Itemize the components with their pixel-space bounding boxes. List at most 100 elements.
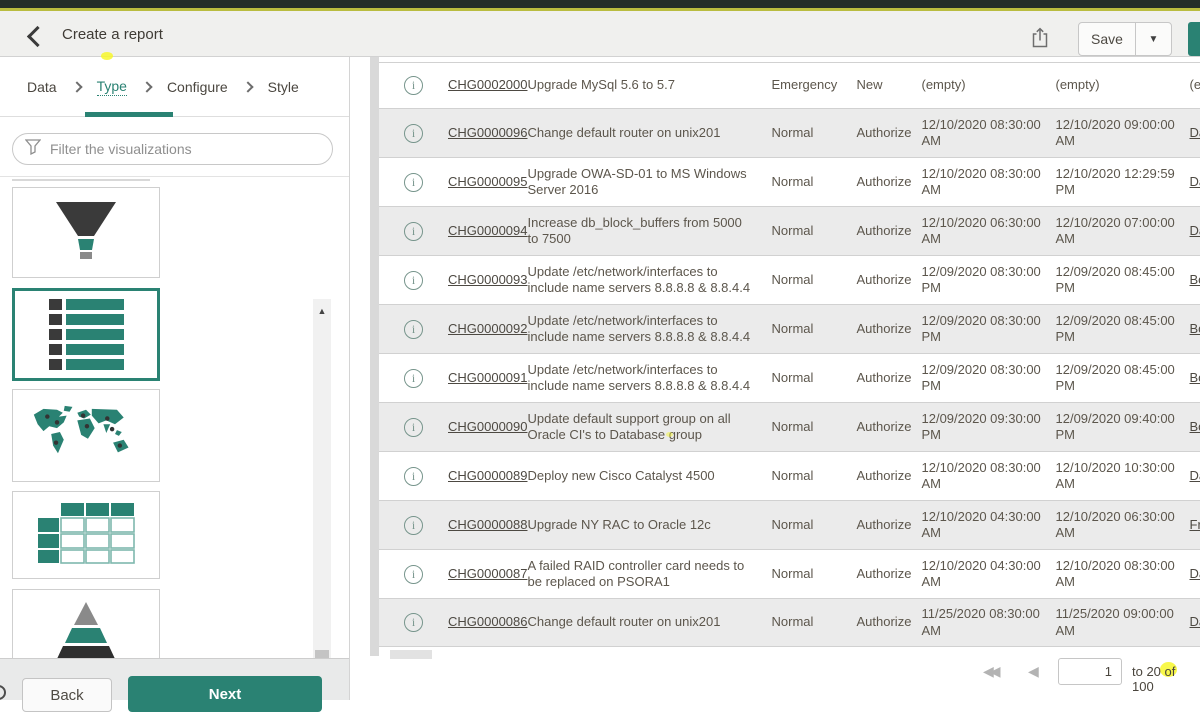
change-number-link[interactable]: CHG0000096	[448, 125, 528, 141]
wizard-footer: Back Next	[0, 658, 349, 700]
breadcrumb-step-configure[interactable]: Configure	[167, 79, 228, 95]
assigned-to-link[interactable]: Bow	[1190, 419, 1200, 435]
breadcrumb-step-style[interactable]: Style	[268, 79, 299, 95]
table-row: i CHG0000086Change default router on unix…	[379, 598, 1200, 647]
change-number-link[interactable]: CHG0000086	[448, 614, 528, 630]
end-date-cell: 12/10/2020 12:29:59PM	[1056, 158, 1190, 206]
state-cell: Authorize	[857, 256, 922, 304]
help-icon-partial	[0, 685, 6, 700]
assigned-to-link[interactable]: Dav	[1190, 223, 1200, 239]
assigned-to-link[interactable]: Bow	[1190, 272, 1200, 288]
scroll-up-icon[interactable]: ▲	[313, 303, 331, 319]
first-page-button[interactable]: ◀◀	[983, 663, 997, 680]
next-button[interactable]: Next	[128, 676, 322, 712]
info-icon[interactable]: i	[404, 516, 423, 535]
info-icon[interactable]: i	[404, 320, 423, 339]
info-icon[interactable]: i	[404, 76, 423, 95]
list-chart-icon	[49, 299, 124, 370]
funnel-chart-icon	[50, 200, 122, 265]
change-number-link[interactable]: CHG0000095	[448, 174, 528, 190]
viz-thumbnail-list[interactable]	[12, 288, 160, 381]
pyramid-chart-icon	[40, 598, 132, 658]
back-button[interactable]: Back	[22, 678, 112, 712]
change-number-link[interactable]: CHG0000092	[448, 321, 528, 337]
change-number-link[interactable]: CHG0000087	[448, 566, 528, 582]
change-number-link[interactable]: CHG0000088	[448, 517, 528, 533]
breadcrumb: Data Type Configure Style	[0, 57, 349, 117]
active-step-underline	[85, 112, 173, 117]
change-number-link[interactable]: CHG0000090	[448, 419, 528, 435]
chevron-down-icon: ▼	[1149, 34, 1159, 45]
viz-thumbnail-funnel[interactable]	[12, 187, 160, 278]
table-row: iCHG0000088Upgrade NY RAC to Oracle 12cN…	[379, 500, 1200, 549]
assigned-to-link[interactable]: Dav	[1190, 468, 1200, 484]
change-request-table: iCHG0002000Upgrade MySql 5.6 to 5.7Emerg…	[379, 62, 1200, 647]
chevron-right-icon	[71, 81, 82, 92]
filter-input[interactable]	[50, 141, 332, 157]
end-date-cell: 12/09/2020 09:40:00PM	[1056, 403, 1190, 451]
info-icon[interactable]: i	[404, 173, 423, 192]
start-date-cell: 12/10/2020 04:30:00AM	[922, 550, 1056, 598]
start-date-cell: 12/10/2020 08:30:00AM	[922, 452, 1056, 500]
assigned-to-link[interactable]: Fre	[1190, 517, 1200, 533]
info-icon[interactable]: i	[404, 124, 423, 143]
table-row: iCHG0000089Deploy new Cisco Catalyst 450…	[379, 451, 1200, 500]
start-date-cell: 12/10/2020 04:30:00AM	[922, 501, 1056, 549]
info-icon[interactable]: i	[404, 418, 423, 437]
save-button[interactable]: Save	[1078, 22, 1136, 56]
short-description: Update /etc/network/interfaces to includ…	[528, 305, 772, 353]
viz-scrollbar-thumb[interactable]	[315, 650, 329, 658]
assigned-to-link[interactable]: Dav	[1190, 614, 1200, 630]
page-number-input[interactable]	[1058, 658, 1122, 685]
table-row: iCHG0000094Increase db_block_buffers fro…	[379, 206, 1200, 255]
click-highlight	[101, 52, 113, 60]
viz-scrollbar[interactable]: ▲ ▼	[313, 299, 331, 658]
info-icon[interactable]: i	[404, 565, 423, 584]
priority-cell: Emergency	[772, 63, 857, 108]
row-range-label: to 20 of 100	[1132, 664, 1200, 694]
save-dropdown-button[interactable]: ▼	[1135, 22, 1172, 56]
breadcrumb-step-type[interactable]: Type	[97, 78, 127, 96]
state-cell: Authorize	[857, 403, 922, 451]
info-icon[interactable]: i	[404, 271, 423, 290]
assigned-to-link[interactable]: Dav	[1190, 174, 1200, 190]
change-number-link[interactable]: CHG0000089	[448, 468, 528, 484]
assigned-to-link[interactable]: Dav	[1190, 566, 1200, 582]
change-number-link[interactable]: CHG0000091	[448, 370, 528, 386]
state-cell: Authorize	[857, 207, 922, 255]
back-arrow-icon[interactable]	[24, 25, 46, 47]
assigned-to-link[interactable]: Bow	[1190, 370, 1200, 386]
table-vertical-scrollbar[interactable]	[370, 57, 379, 656]
change-number-link[interactable]: CHG0002000	[448, 77, 528, 93]
assigned-to-link[interactable]: Bow	[1190, 321, 1200, 337]
priority-cell: Normal	[772, 256, 857, 304]
end-date-cell: 11/25/2020 09:00:00AM	[1056, 599, 1190, 646]
start-date-cell: 11/25/2020 08:30:00AM	[922, 599, 1056, 646]
end-date-cell: 12/10/2020 08:30:00AM	[1056, 550, 1190, 598]
filter-funnel-icon	[25, 138, 41, 160]
share-button[interactable]	[1026, 24, 1054, 54]
change-number-link[interactable]: CHG0000094	[448, 223, 528, 239]
short-description: Change default router on unix201	[528, 599, 772, 646]
end-date-cell: 12/09/2020 08:45:00PM	[1056, 256, 1190, 304]
change-number-link[interactable]: CHG0000093	[448, 272, 528, 288]
info-icon[interactable]: i	[404, 613, 423, 632]
visualization-list: ▲ ▼	[0, 176, 349, 658]
breadcrumb-step-data[interactable]: Data	[27, 79, 57, 95]
viz-thumbnail-pyramid[interactable]	[12, 589, 160, 658]
pivot-table-icon	[36, 502, 136, 569]
previous-page-button[interactable]: ◀	[1028, 663, 1039, 680]
info-icon[interactable]: i	[404, 222, 423, 241]
viz-thumbnail-world-map[interactable]	[12, 389, 160, 482]
start-date-cell: 12/09/2020 08:30:00PM	[922, 305, 1056, 353]
short-description: Change default router on unix201	[528, 109, 772, 157]
state-cell: Authorize	[857, 109, 922, 157]
info-icon[interactable]: i	[404, 467, 423, 486]
primary-action-button-partial[interactable]	[1188, 22, 1200, 56]
short-description: A failed RAID controller card needs to b…	[528, 550, 772, 598]
assigned-to-link[interactable]: Dav	[1190, 125, 1200, 141]
priority-cell: Normal	[772, 354, 857, 402]
state-cell: Authorize	[857, 158, 922, 206]
info-icon[interactable]: i	[404, 369, 423, 388]
viz-thumbnail-pivot-table[interactable]	[12, 491, 160, 579]
